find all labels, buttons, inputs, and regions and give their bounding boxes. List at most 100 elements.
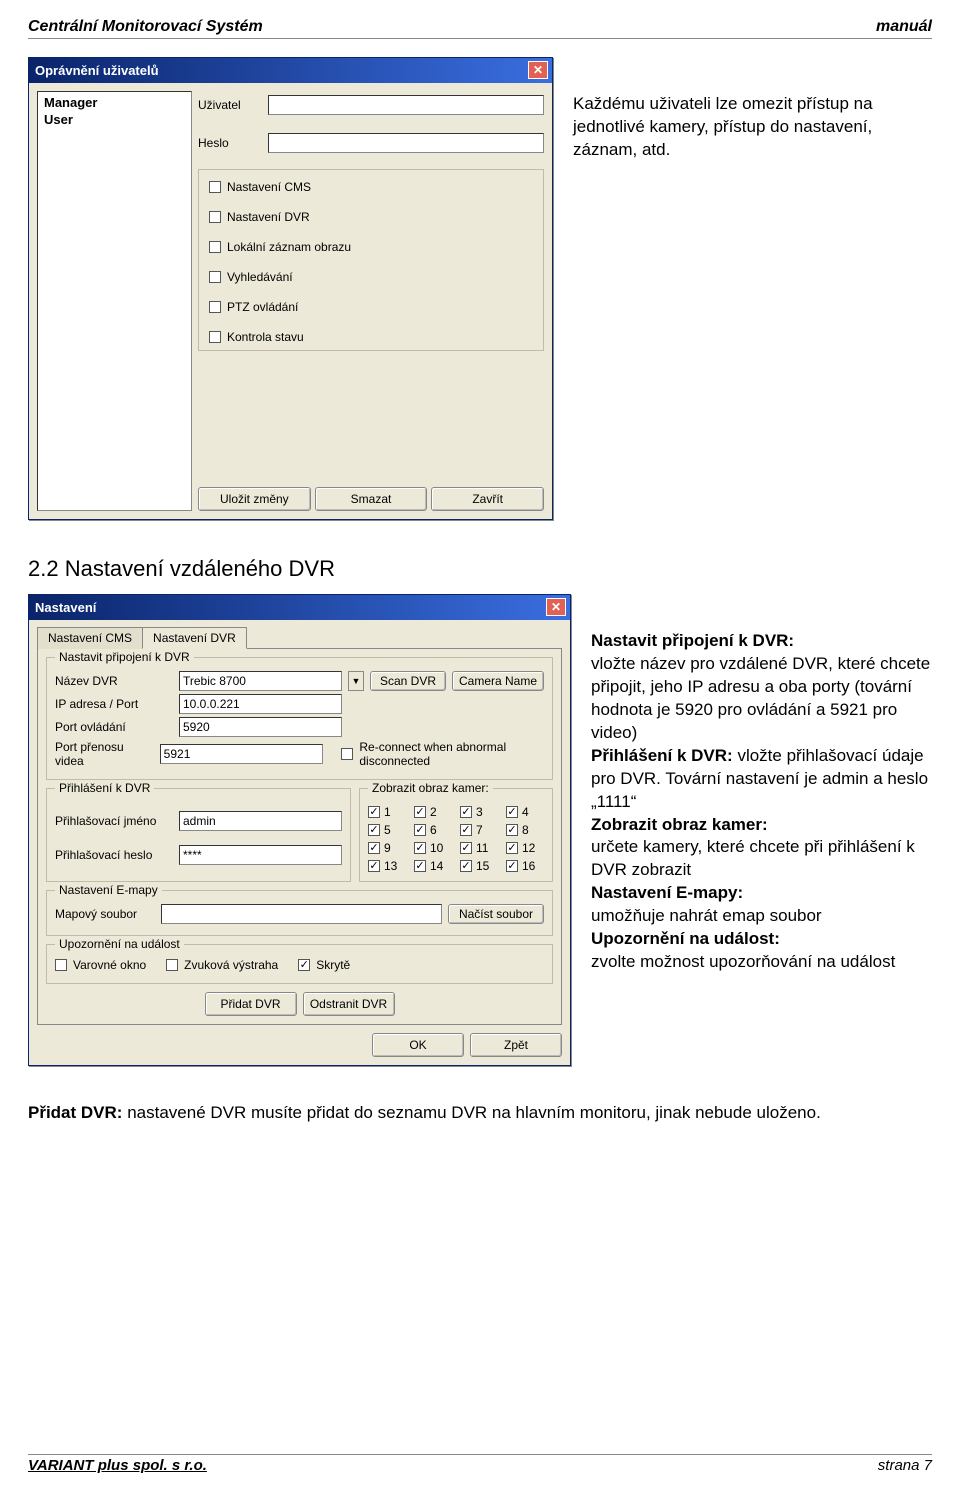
- checkbox-label: PTZ ovládání: [227, 300, 298, 314]
- camera-checkbox[interactable]: [368, 806, 380, 818]
- camera-checkbox[interactable]: [506, 842, 518, 854]
- camera-checkbox[interactable]: [460, 842, 472, 854]
- warn-label: Varovné okno: [73, 958, 146, 972]
- login-user-input[interactable]: [179, 811, 342, 831]
- scan-dvr-button[interactable]: Scan DVR: [370, 671, 446, 691]
- close-icon[interactable]: ✕: [528, 61, 548, 79]
- intro-paragraph: Každému uživateli lze omezit přístup na …: [573, 93, 932, 162]
- footer-left: VARIANT plus spol. s r.o.: [28, 1457, 207, 1474]
- camera-checkbox[interactable]: [506, 806, 518, 818]
- login-pass-input[interactable]: [179, 845, 342, 865]
- password-input[interactable]: [268, 133, 544, 153]
- save-button[interactable]: Uložit změny: [198, 487, 311, 511]
- camera-name-button[interactable]: Camera Name: [452, 671, 544, 691]
- camera-number-label: 9: [384, 841, 391, 855]
- camera-checkbox[interactable]: [506, 860, 518, 872]
- list-item[interactable]: User: [44, 111, 185, 128]
- camera-number-label: 10: [430, 841, 443, 855]
- bottom-paragraph: Přidat DVR: nastavené DVR musíte přidat …: [28, 1102, 932, 1125]
- camera-checkbox[interactable]: [414, 860, 426, 872]
- login-pass-label: Přihlašovací heslo: [55, 848, 173, 862]
- tab-cms[interactable]: Nastavení CMS: [37, 627, 142, 649]
- camera-checkbox[interactable]: [368, 824, 380, 836]
- ctrl-port-label: Port ovládání: [55, 720, 173, 734]
- user-label: Uživatel: [198, 98, 258, 112]
- desc-emap-text: umožňuje nahrát emap soubor: [591, 906, 822, 925]
- checkbox[interactable]: [209, 301, 221, 313]
- delete-button[interactable]: Smazat: [315, 487, 428, 511]
- sound-checkbox[interactable]: [166, 959, 178, 971]
- group-connect: Nastavit připojení k DVR Název DVR ▼ Sca…: [46, 657, 553, 780]
- camera-number-label: 7: [476, 823, 483, 837]
- reconnect-checkbox[interactable]: [341, 748, 353, 760]
- add-dvr-button[interactable]: Přidat DVR: [205, 992, 297, 1016]
- hidden-checkbox[interactable]: [298, 959, 310, 971]
- group-login: Přihlášení k DVR Přihlašovací jméno Přih…: [46, 788, 351, 882]
- camera-checkbox[interactable]: [460, 806, 472, 818]
- group-label: Nastavit připojení k DVR: [55, 650, 194, 664]
- user-input[interactable]: [268, 95, 544, 115]
- emap-file-input[interactable]: [161, 904, 442, 924]
- video-port-input[interactable]: [160, 744, 323, 764]
- close-button[interactable]: Zavřít: [431, 487, 544, 511]
- chevron-down-icon[interactable]: ▼: [348, 671, 364, 691]
- back-button[interactable]: Zpět: [470, 1033, 562, 1057]
- ip-input[interactable]: [179, 694, 342, 714]
- camera-number-label: 15: [476, 859, 489, 873]
- dvr-name-input[interactable]: [179, 671, 342, 691]
- permissions-title: Oprávnění uživatelů: [35, 63, 159, 78]
- camera-checkbox[interactable]: [460, 824, 472, 836]
- user-list[interactable]: Manager User: [37, 91, 192, 511]
- warn-checkbox[interactable]: [55, 959, 67, 971]
- camera-number-label: 4: [522, 805, 529, 819]
- section-2-2-heading: 2.2 Nastavení vzdáleného DVR: [28, 556, 932, 582]
- checkbox[interactable]: [209, 211, 221, 223]
- desc-cameras-title: Zobrazit obraz kamer:: [591, 815, 768, 834]
- camera-checkbox[interactable]: [414, 842, 426, 854]
- ip-label: IP adresa / Port: [55, 697, 173, 711]
- camera-number-label: 6: [430, 823, 437, 837]
- checkbox[interactable]: [209, 331, 221, 343]
- permission-checkbox-group: Nastavení CMS Nastavení DVR Lokální zázn…: [198, 169, 544, 351]
- hidden-label: Skrytě: [316, 958, 350, 972]
- checkbox-label: Nastavení CMS: [227, 180, 311, 194]
- camera-number-label: 3: [476, 805, 483, 819]
- camera-checkbox[interactable]: [414, 824, 426, 836]
- checkbox[interactable]: [209, 241, 221, 253]
- remove-dvr-button[interactable]: Odstranit DVR: [303, 992, 395, 1016]
- checkbox-label: Vyhledávání: [227, 270, 293, 284]
- group-label: Zobrazit obraz kamer:: [368, 781, 493, 795]
- footer-right: strana 7: [878, 1457, 932, 1474]
- ctrl-port-input[interactable]: [179, 717, 342, 737]
- camera-number-label: 5: [384, 823, 391, 837]
- group-label: Přihlášení k DVR: [55, 781, 154, 795]
- camera-checkbox[interactable]: [506, 824, 518, 836]
- checkbox[interactable]: [209, 271, 221, 283]
- emap-file-label: Mapový soubor: [55, 907, 155, 921]
- load-file-button[interactable]: Načíst soubor: [448, 904, 544, 924]
- close-icon[interactable]: ✕: [546, 598, 566, 616]
- camera-number-label: 13: [384, 859, 397, 873]
- group-alert: Upozornění na událost Varovné okno Zvuko…: [46, 944, 553, 984]
- checkbox-label: Kontrola stavu: [227, 330, 304, 344]
- add-dvr-text: nastavené DVR musíte přidat do seznamu D…: [122, 1103, 820, 1122]
- camera-number-label: 14: [430, 859, 443, 873]
- camera-number-label: 8: [522, 823, 529, 837]
- password-label: Heslo: [198, 136, 258, 150]
- list-item[interactable]: Manager: [44, 94, 185, 111]
- checkbox-label: Lokální záznam obrazu: [227, 240, 351, 254]
- sound-label: Zvuková výstraha: [184, 958, 278, 972]
- camera-number-label: 12: [522, 841, 535, 855]
- camera-checkbox[interactable]: [414, 806, 426, 818]
- checkbox[interactable]: [209, 181, 221, 193]
- camera-checkbox[interactable]: [460, 860, 472, 872]
- permissions-dialog: Oprávnění uživatelů ✕ Manager User Uživa…: [28, 57, 553, 520]
- desc-cameras-text: určete kamery, které chcete při přihláše…: [591, 837, 915, 879]
- tab-dvr[interactable]: Nastavení DVR: [142, 627, 247, 649]
- desc-alert-text: zvolte možnost upozorňová­ní na událost: [591, 952, 895, 971]
- desc-alert-title: Upozornění na událost:: [591, 929, 780, 948]
- ok-button[interactable]: OK: [372, 1033, 464, 1057]
- camera-checkbox[interactable]: [368, 860, 380, 872]
- camera-checkbox[interactable]: [368, 842, 380, 854]
- group-emap: Nastavení E-mapy Mapový soubor Načíst so…: [46, 890, 553, 936]
